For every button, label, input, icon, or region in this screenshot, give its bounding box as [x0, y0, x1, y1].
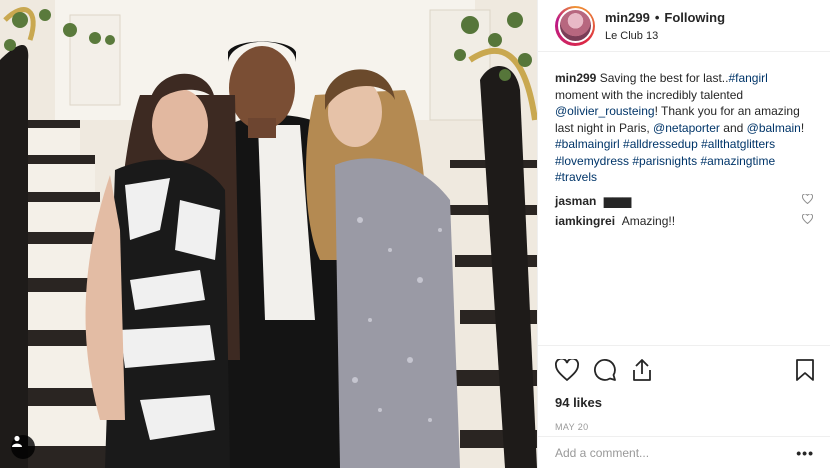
- username-link[interactable]: min299: [605, 10, 650, 25]
- comment-like-icon[interactable]: [801, 193, 814, 207]
- hashtag-link[interactable]: #parisnights: [632, 154, 697, 168]
- post-photo[interactable]: [0, 0, 537, 468]
- mention-link[interactable]: @balmain: [747, 121, 801, 135]
- hashtag-link[interactable]: #fangirl: [728, 71, 767, 85]
- caption-text: Saving the best for last..: [599, 71, 729, 85]
- like-button[interactable]: [555, 359, 579, 381]
- save-button[interactable]: [796, 359, 814, 381]
- post-side-panel: min299 • Following Le Club 13 min299 Sav…: [537, 0, 830, 468]
- post-actions: 94 likes MAY 20: [538, 345, 830, 432]
- header-line: min299 • Following: [605, 10, 725, 25]
- hashtag-link[interactable]: #amazingtime: [700, 154, 775, 168]
- comment-username[interactable]: jasman: [555, 194, 596, 208]
- photo-scene: [0, 0, 537, 468]
- comment-icon: [594, 359, 616, 381]
- heart-icon: [555, 359, 579, 381]
- caption-text: !: [800, 120, 805, 135]
- action-bar: [555, 354, 814, 386]
- bookmark-icon: [796, 359, 814, 381]
- hashtag-link[interactable]: #balmaingirl: [555, 137, 620, 151]
- comment-button[interactable]: [593, 358, 617, 382]
- person-tag-icon: [12, 435, 22, 447]
- mention-link[interactable]: @olivier_rousteing: [555, 104, 655, 118]
- caption-username[interactable]: min299: [555, 71, 596, 85]
- comment-like-icon[interactable]: [801, 213, 814, 227]
- share-button[interactable]: [631, 358, 653, 382]
- likes-count[interactable]: 94 likes: [555, 395, 814, 410]
- hashtag-link[interactable]: #lovemydress: [555, 154, 629, 168]
- comment-row: jasman ▆▆▆: [538, 193, 830, 208]
- tagged-people-button[interactable]: [11, 435, 35, 459]
- avatar[interactable]: [555, 5, 595, 46]
- add-comment-bar: •••: [538, 436, 830, 468]
- avatar-image: [557, 8, 593, 43]
- hashtag-link[interactable]: #travels: [555, 170, 597, 184]
- header-text: min299 • Following Le Club 13: [605, 10, 725, 42]
- post-header: min299 • Following Le Club 13: [538, 0, 830, 52]
- hashtag-link[interactable]: #allthatglitters: [701, 137, 775, 151]
- following-button[interactable]: Following: [664, 10, 725, 25]
- caption-text: and: [719, 120, 747, 135]
- more-options-button[interactable]: •••: [796, 445, 814, 461]
- comment-text: ▆▆▆: [603, 193, 632, 208]
- comment-row: iamkingrei Amazing!!: [538, 213, 830, 228]
- hashtag-link[interactable]: #alldressedup: [623, 137, 698, 151]
- share-icon: [633, 359, 651, 381]
- post-caption: min299 Saving the best for last..#fangir…: [538, 52, 830, 186]
- comment-username[interactable]: iamkingrei: [555, 214, 615, 228]
- separator-dot: •: [654, 9, 660, 25]
- comment-input[interactable]: [555, 445, 797, 460]
- mention-link[interactable]: @netaporter: [653, 121, 720, 135]
- post-date: MAY 20: [555, 422, 589, 432]
- comment-text: Amazing!!: [621, 213, 676, 228]
- location-link[interactable]: Le Club 13: [605, 30, 725, 42]
- caption-text: moment with the incredibly talented: [555, 87, 744, 102]
